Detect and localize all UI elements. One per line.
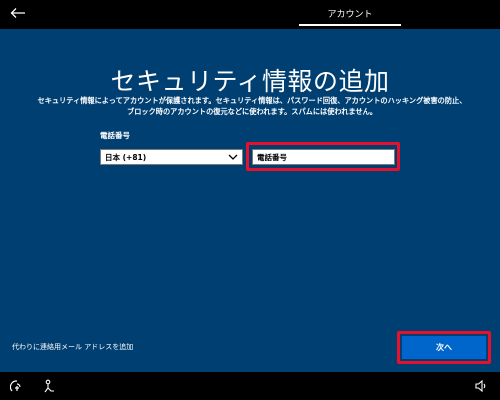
top-bar: アカウント xyxy=(0,0,500,29)
accessibility-person-icon[interactable] xyxy=(42,379,56,393)
volume-icon[interactable] xyxy=(474,379,488,393)
country-code-select[interactable]: 日本 (+81) xyxy=(100,149,243,165)
phone-number-input[interactable] xyxy=(252,149,395,165)
phone-label: 電話番号 xyxy=(100,131,130,140)
description: セキュリティ情報によってアカウントが保護されます。セキュリティ情報は、パスワード… xyxy=(10,95,494,117)
page-title: セキュリティ情報の追加 xyxy=(110,67,390,96)
country-code-value: 日本 (+81) xyxy=(105,152,147,162)
back-arrow-icon[interactable] xyxy=(8,4,28,22)
next-button[interactable]: 次へ xyxy=(402,336,486,359)
main-panel: セキュリティ情報の追加 セキュリティ情報によってアカウントが保護されます。セキュ… xyxy=(0,29,500,372)
ease-of-access-icon[interactable] xyxy=(10,379,24,393)
tab-underline xyxy=(299,24,401,26)
chevron-down-icon xyxy=(228,154,238,160)
description-line-1: セキュリティ情報によってアカウントが保護されます。セキュリティ情報は、パスワード… xyxy=(37,96,467,105)
tab-account[interactable]: アカウント xyxy=(299,0,401,26)
bottom-bar xyxy=(0,372,500,400)
description-line-2: ブロック時のアカウントの復元などに使われます。スパムには使われません。 xyxy=(127,107,377,116)
add-alternate-email-link[interactable]: 代わりに連絡用メール アドレスを追加 xyxy=(12,342,133,352)
